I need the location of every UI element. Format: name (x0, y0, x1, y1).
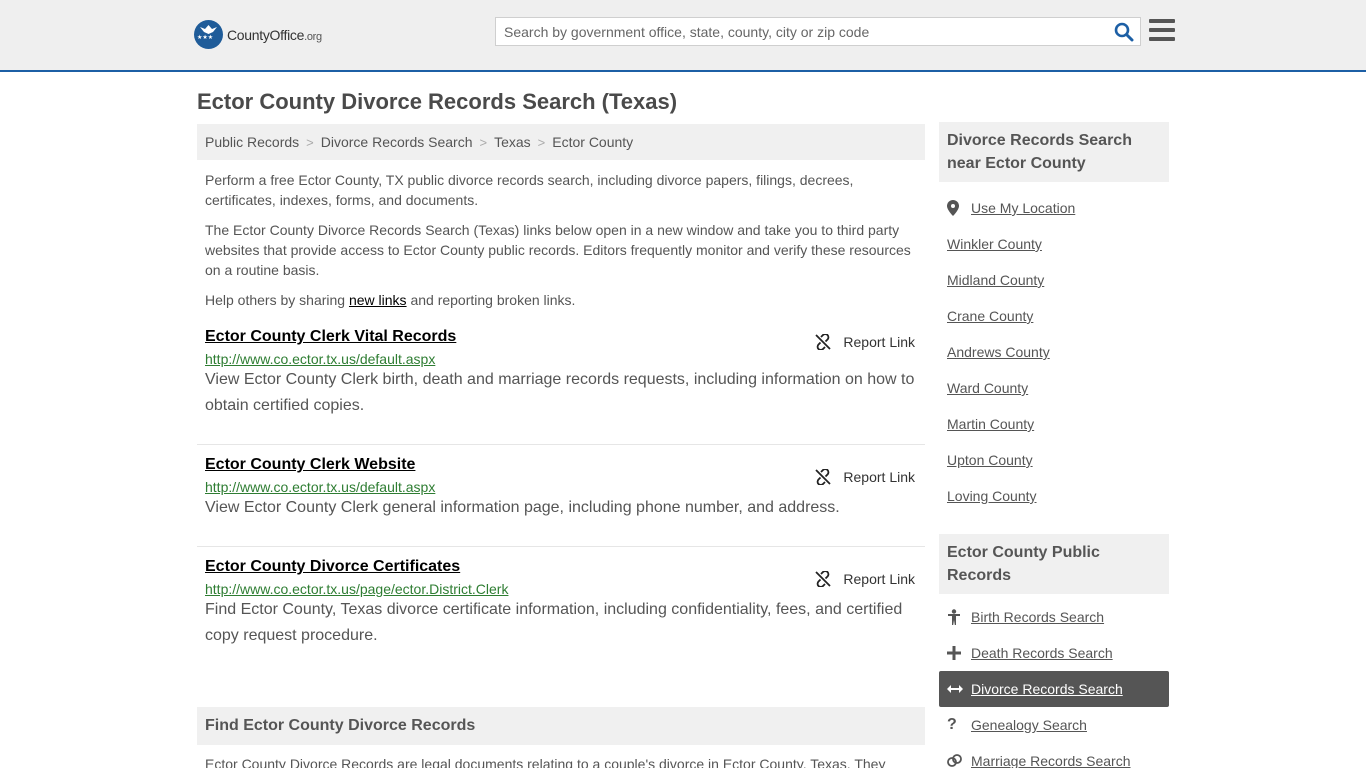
marriage-records-link[interactable]: Marriage Records Search (971, 753, 1131, 768)
intro-paragraph-2: The Ector County Divorce Records Search … (205, 222, 911, 278)
breadcrumb-separator: > (306, 134, 314, 150)
logo-wordmark: CountyOffice.org (227, 26, 322, 43)
nearby-county-item[interactable]: Andrews County (939, 334, 1169, 370)
nearby-list: Use My Location Winkler County Midland C… (939, 190, 1169, 514)
broken-link-icon (815, 571, 832, 587)
nearby-heading: Divorce Records Search near Ector County (939, 122, 1169, 182)
nearby-county-link[interactable]: Andrews County (947, 344, 1050, 360)
listing-title[interactable]: Ector County Divorce Certificates (205, 558, 917, 576)
listing-title[interactable]: Ector County Clerk Vital Records (205, 328, 917, 346)
record-listing: Ector County Clerk Vital Records Report … (197, 328, 925, 445)
nearby-county-item[interactable]: Crane County (939, 298, 1169, 334)
sidebar: Divorce Records Search near Ector County… (939, 122, 1169, 768)
listing-url[interactable]: http://www.co.ector.tx.us/page/ector.Dis… (205, 581, 917, 597)
nearby-county-link[interactable]: Crane County (947, 308, 1033, 324)
broken-link-icon (815, 334, 832, 350)
nearby-county-link[interactable]: Loving County (947, 488, 1037, 504)
use-location-item[interactable]: Use My Location (939, 190, 1169, 226)
listing-description: Find Ector County, Texas divorce certifi… (205, 601, 903, 644)
report-link-button[interactable]: Report Link (815, 469, 915, 485)
find-records-text: Ector County Divorce Records are legal d… (205, 756, 886, 768)
genealogy-link[interactable]: Genealogy Search (971, 717, 1087, 733)
public-records-list: Birth Records Search Death Records Searc… (939, 599, 1169, 768)
intro-paragraph-3: Help others by sharing new links and rep… (205, 292, 576, 308)
death-records-link[interactable]: Death Records Search (971, 645, 1113, 661)
listing-description: View Ector County Clerk birth, death and… (205, 371, 915, 414)
use-location-link[interactable]: Use My Location (971, 200, 1075, 216)
page-title: Ector County Divorce Records Search (Tex… (197, 89, 678, 114)
intro-paragraph-1: Perform a free Ector County, TX public d… (205, 172, 854, 208)
broken-link-icon (815, 469, 832, 485)
intro-text: Perform a free Ector County, TX public d… (197, 170, 925, 310)
listing-description: View Ector County Clerk general informat… (205, 499, 840, 516)
new-links-link[interactable]: new links (349, 292, 407, 308)
nearby-county-link[interactable]: Martin County (947, 416, 1034, 432)
report-link-button[interactable]: Report Link (815, 571, 915, 587)
breadcrumb-separator: > (479, 134, 488, 150)
listing-url[interactable]: http://www.co.ector.tx.us/default.aspx (205, 479, 917, 495)
breadcrumb-separator: > (537, 134, 546, 150)
map-pin-icon (947, 200, 971, 216)
nearby-county-item[interactable]: Winkler County (939, 226, 1169, 262)
breadcrumb-public-records[interactable]: Public Records (205, 134, 299, 150)
nearby-county-item[interactable]: Upton County (939, 442, 1169, 478)
nearby-county-item[interactable]: Martin County (939, 406, 1169, 442)
nearby-county-link[interactable]: Ward County (947, 380, 1028, 396)
nearby-county-link[interactable]: Winkler County (947, 236, 1042, 252)
main-content: Public Records > Divorce Records Search … (197, 124, 925, 768)
nearby-county-link[interactable]: Midland County (947, 272, 1044, 288)
birth-records-link[interactable]: Birth Records Search (971, 609, 1104, 625)
public-records-heading: Ector County Public Records (939, 534, 1169, 594)
public-record-item[interactable]: ? Genealogy Search (939, 707, 1169, 743)
search-input[interactable] (496, 18, 1096, 45)
breadcrumb-ector-county[interactable]: Ector County (552, 134, 633, 150)
nearby-county-item[interactable]: Midland County (939, 262, 1169, 298)
record-listing: Ector County Divorce Certificates Report… (197, 558, 925, 673)
divorce-records-link[interactable]: Divorce Records Search (971, 681, 1123, 697)
nearby-county-item[interactable]: Ward County (939, 370, 1169, 406)
listing-url[interactable]: http://www.co.ector.tx.us/default.aspx (205, 351, 917, 367)
site-logo[interactable]: ★★★ CountyOffice.org (194, 20, 322, 49)
hamburger-menu-icon[interactable] (1149, 19, 1175, 41)
search-icon[interactable] (1114, 22, 1134, 42)
breadcrumb-texas[interactable]: Texas (494, 134, 531, 150)
breadcrumb-divorce-records[interactable]: Divorce Records Search (321, 134, 473, 150)
plus-icon (947, 646, 971, 660)
eagle-seal-icon: ★★★ (194, 20, 223, 49)
nearby-county-link[interactable]: Upton County (947, 452, 1033, 468)
breadcrumb: Public Records > Divorce Records Search … (197, 124, 925, 160)
public-record-item[interactable]: Death Records Search (939, 635, 1169, 671)
public-record-item-active[interactable]: Divorce Records Search (939, 671, 1169, 707)
find-records-heading: Find Ector County Divorce Records (197, 707, 925, 745)
arrows-icon (947, 684, 971, 694)
listing-title[interactable]: Ector County Clerk Website (205, 456, 917, 474)
site-header: ★★★ CountyOffice.org (0, 0, 1366, 72)
question-icon: ? (947, 716, 957, 733)
nearby-county-item[interactable]: Loving County (939, 478, 1169, 514)
public-record-item[interactable]: Marriage Records Search (939, 743, 1169, 768)
public-record-item[interactable]: Birth Records Search (939, 599, 1169, 635)
search-bar (495, 17, 1141, 46)
report-link-button[interactable]: Report Link (815, 334, 915, 350)
rings-icon (947, 754, 971, 768)
person-icon (947, 609, 971, 625)
record-listing: Ector County Clerk Website Report Link h… (197, 456, 925, 547)
